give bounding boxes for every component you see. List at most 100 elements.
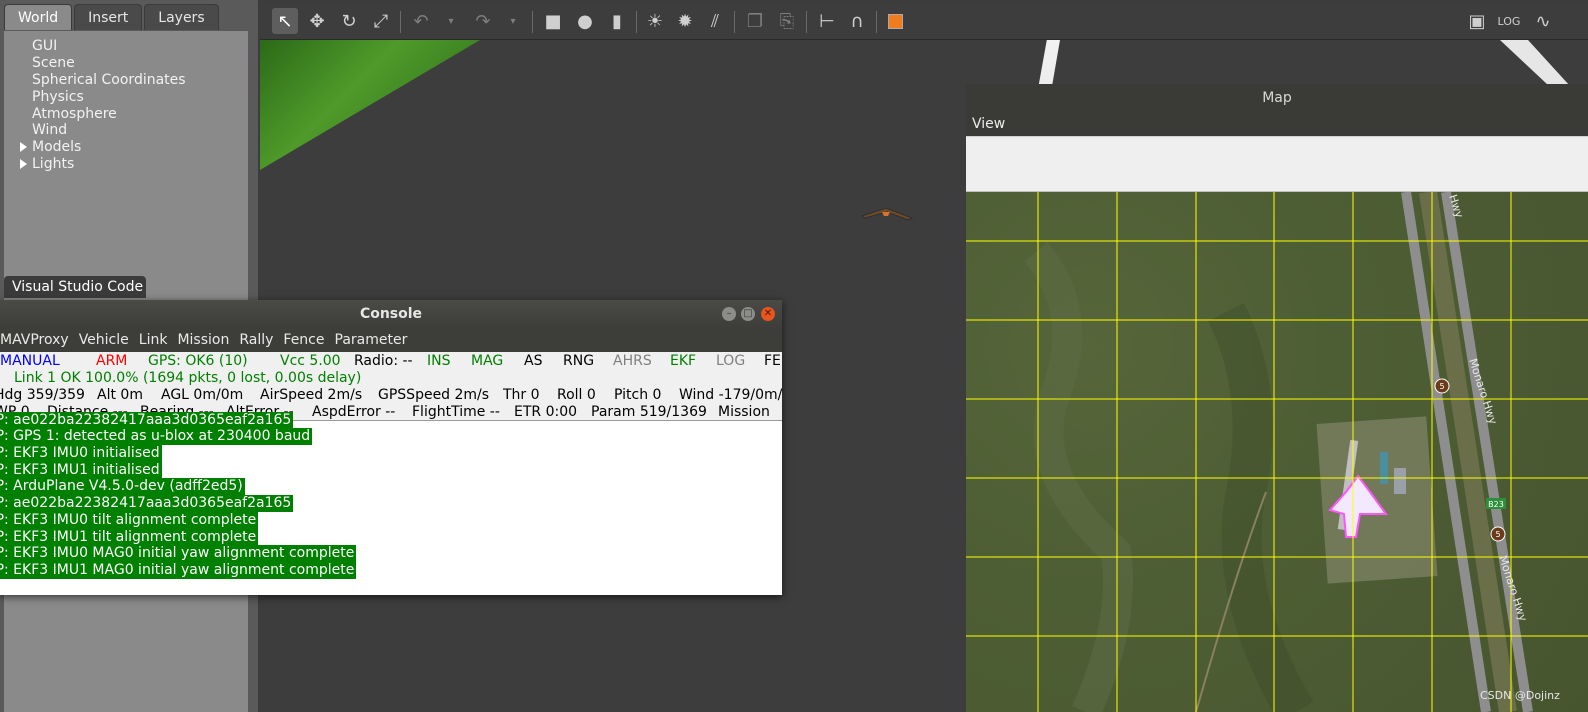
tree-item-models[interactable]: Models: [20, 139, 82, 155]
menu-vehicle[interactable]: Vehicle: [79, 328, 129, 352]
mission-status: Mission: [718, 404, 770, 420]
satellite-map[interactable]: 5 B23 5 Monaro Hwy Monaro Hwy Hwy CSDN @…: [966, 192, 1588, 712]
box-icon[interactable]: ■: [540, 8, 566, 34]
toolbar-divider: [876, 11, 877, 33]
toolbar-divider: [806, 11, 807, 33]
scale-icon[interactable]: ⤢: [368, 8, 394, 34]
gps-status: GPS: OK6 (10): [148, 353, 248, 369]
plane-model[interactable]: [860, 206, 914, 224]
tooltip: Visual Studio Code: [4, 276, 146, 298]
log-line: AP: ae022ba22382417aaa3d0365eaf2a165: [0, 412, 294, 429]
tree-item-gui[interactable]: GUI: [32, 38, 57, 54]
map-info-strip: [966, 136, 1588, 192]
log-line: AP: GPS 1: detected as u-blox at 230400 …: [0, 428, 313, 445]
map-overlay: 5 B23 5 Monaro Hwy Monaro Hwy Hwy: [966, 192, 1588, 712]
toolbar-divider: [400, 11, 401, 33]
menu-rally[interactable]: Rally: [239, 328, 273, 352]
fence-status: FEN: [764, 353, 782, 369]
menu-view[interactable]: View: [972, 116, 1005, 132]
link-status: Link 1 OK 100.0% (1694 pkts, 0 lost, 0.0…: [14, 370, 362, 386]
tab-world[interactable]: World: [4, 4, 73, 30]
tab-insert[interactable]: Insert: [74, 4, 143, 30]
tree-item-models-label: Models: [32, 139, 82, 155]
select-arrow-icon[interactable]: ↖: [272, 8, 298, 34]
arm-status: ARM: [96, 353, 128, 369]
paste-icon[interactable]: ⎘: [774, 8, 800, 34]
menu-link[interactable]: Link: [139, 328, 168, 352]
watermark: CSDN @Dojinz: [1480, 689, 1560, 702]
log-line: AP: ae022ba22382417aaa3d0365eaf2a165: [0, 495, 294, 512]
log-line: AP: EKF3 IMU1 MAG0 initial yaw alignment…: [0, 562, 357, 579]
maximize-icon[interactable]: □: [741, 307, 755, 321]
log-line: AP: EKF3 IMU1 initialised: [0, 462, 162, 479]
console-title: Console: [0, 300, 782, 328]
align-icon[interactable]: ⊢: [814, 8, 840, 34]
as-status: AS: [524, 353, 543, 369]
snap-icon[interactable]: ∩: [844, 8, 870, 34]
mag-status: MAG: [471, 353, 504, 369]
point-light-icon[interactable]: ☀: [642, 8, 668, 34]
close-icon[interactable]: ✕: [761, 307, 775, 321]
menu-mission[interactable]: Mission: [177, 328, 229, 352]
copy-icon[interactable]: ❐: [742, 8, 768, 34]
tree-item-atmosphere[interactable]: Atmosphere: [32, 106, 117, 122]
view-angle-icon[interactable]: [882, 8, 908, 34]
redo-icon[interactable]: ↷: [470, 8, 496, 34]
directional-light-icon[interactable]: ⫽: [702, 8, 728, 34]
tree-item-physics[interactable]: Physics: [32, 89, 84, 105]
console-menu-bar: MAVProxy Vehicle Link Mission Rally Fenc…: [0, 328, 782, 352]
rng-status: RNG: [563, 353, 595, 369]
gpsspeed-status: GPSSpeed 2m/s: [378, 387, 490, 403]
toolbar-divider: [636, 11, 637, 33]
log-status: LOG: [716, 353, 746, 369]
mode-status: MANUAL: [0, 353, 60, 369]
param-status: Param 519/1369: [591, 404, 707, 420]
expand-arrow-icon[interactable]: [20, 159, 27, 169]
etr-status: ETR 0:00: [514, 404, 578, 420]
tree-item-lights-label: Lights: [32, 156, 75, 172]
log-icon[interactable]: LOG: [1496, 8, 1522, 34]
spot-light-icon[interactable]: ✹: [672, 8, 698, 34]
road-shield: 5: [1495, 530, 1500, 539]
grass-terrain: [260, 40, 480, 170]
toolbar-divider: [532, 11, 533, 33]
tree-item-scene[interactable]: Scene: [32, 55, 75, 71]
alt-status: Alt 0m: [97, 387, 143, 403]
log-line: AP: ArduPlane V4.5.0-dev (adff2ed5): [0, 478, 245, 495]
log-line: AP: EKF3 IMU0 tilt alignment complete: [0, 512, 259, 529]
rotate-icon[interactable]: ↻: [336, 8, 362, 34]
plot-icon[interactable]: ∿: [1530, 8, 1556, 34]
menu-mavproxy[interactable]: MAVProxy: [0, 328, 69, 352]
gazebo-tabs: World Insert Layers: [4, 4, 219, 32]
console-log[interactable]: AP: ae022ba22382417aaa3d0365eaf2a165 AP:…: [0, 412, 782, 595]
runway-strip: [1500, 40, 1570, 86]
throttle-status: Thr 0: [503, 387, 540, 403]
minimize-icon[interactable]: –: [722, 307, 736, 321]
tree-item-spherical-coordinates[interactable]: Spherical Coordinates: [32, 72, 186, 88]
log-line: AP: EKF3 IMU1 tilt alignment complete: [0, 529, 259, 546]
screenshot-icon[interactable]: ▣: [1464, 8, 1490, 34]
mavproxy-console-window: Console – □ ✕ MAVProxy Vehicle Link Miss…: [0, 300, 782, 595]
roll-status: Roll 0: [557, 387, 596, 403]
radio-status: Radio: --: [354, 353, 413, 369]
undo-icon[interactable]: ↶: [408, 8, 434, 34]
agl-status: AGL 0m/0m: [161, 387, 244, 403]
heading-status: Hdg 359/359: [0, 387, 85, 403]
menu-parameter[interactable]: Parameter: [335, 328, 408, 352]
chevron-down-icon[interactable]: ▾: [438, 8, 464, 34]
vcc-status: Vcc 5.00: [280, 353, 341, 369]
status-panel: MANUAL ARM GPS: OK6 (10) Vcc 5.00 Radio:…: [0, 352, 782, 420]
tab-layers[interactable]: Layers: [144, 4, 219, 30]
translate-icon[interactable]: ✥: [304, 8, 330, 34]
cylinder-icon[interactable]: ▮: [604, 8, 630, 34]
expand-arrow-icon[interactable]: [20, 142, 27, 152]
ahrs-status: AHRS: [613, 353, 652, 369]
tree-item-lights[interactable]: Lights: [20, 156, 75, 172]
chevron-down-icon[interactable]: ▾: [500, 8, 526, 34]
wind-status: Wind -179/0m/: [679, 387, 782, 403]
road-shield: B23: [1488, 500, 1504, 509]
menu-fence[interactable]: Fence: [283, 328, 324, 352]
sphere-icon[interactable]: ●: [572, 8, 598, 34]
tree-item-wind[interactable]: Wind: [32, 122, 67, 138]
road-shield: 5: [1439, 382, 1444, 391]
